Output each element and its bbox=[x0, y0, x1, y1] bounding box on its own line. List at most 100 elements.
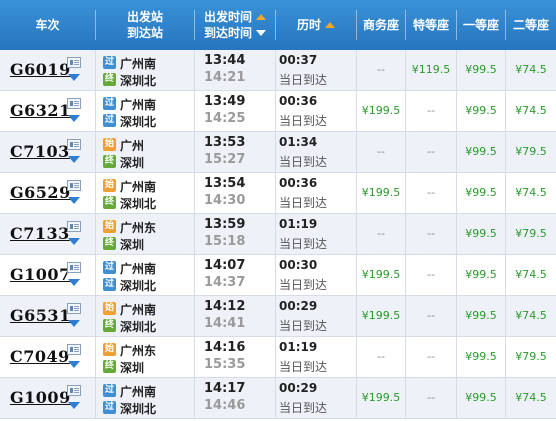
column-divider bbox=[95, 50, 96, 90]
column-divider bbox=[275, 132, 276, 172]
seat-first-price[interactable]: ¥99.5 bbox=[457, 296, 505, 336]
seat-second-price[interactable]: ¥74.5 bbox=[506, 173, 556, 213]
departure-time: 14:12 bbox=[204, 299, 246, 314]
train-detail-icon[interactable] bbox=[67, 57, 81, 68]
expand-arrow-icon[interactable] bbox=[68, 238, 80, 245]
arrival-time: 14:25 bbox=[204, 111, 246, 126]
seat-business-price: -- bbox=[377, 227, 385, 240]
column-divider bbox=[356, 296, 357, 336]
from-station: 广州南 bbox=[120, 385, 157, 399]
column-divider bbox=[95, 255, 96, 295]
seat-first-price[interactable]: ¥99.5 bbox=[457, 337, 505, 377]
from-station: 广州南 bbox=[120, 98, 157, 112]
same-day-arrival: 当日到达 bbox=[279, 319, 328, 333]
expand-arrow-icon[interactable] bbox=[68, 115, 80, 122]
train-detail-icon[interactable] bbox=[67, 221, 81, 232]
column-divider bbox=[405, 132, 406, 172]
header-first: 一等座 bbox=[457, 0, 505, 50]
column-divider bbox=[95, 296, 96, 336]
train-number-link[interactable]: G1007 bbox=[10, 265, 71, 285]
seat-second-price[interactable]: ¥74.5 bbox=[506, 91, 556, 131]
expand-arrow-icon[interactable] bbox=[68, 197, 80, 204]
departure-time: 14:17 bbox=[204, 381, 246, 396]
departure-time: 13:59 bbox=[204, 217, 246, 232]
to-station: 深圳北 bbox=[120, 115, 157, 129]
train-detail-icon[interactable] bbox=[67, 344, 81, 355]
table-row[interactable]: G1007 过广州南过深圳北 14:07 14:37 00:30 当日到达 ¥199.5 --… bbox=[0, 255, 556, 296]
header-arr-time[interactable]: 到达时间 bbox=[204, 25, 252, 41]
seat-first-price[interactable]: ¥99.5 bbox=[457, 173, 505, 213]
station-type-icon: 终 bbox=[103, 155, 116, 168]
table-row[interactable]: G6529 始广州南终深圳北 13:54 14:30 00:36 当日到达 ¥199.5 --… bbox=[0, 173, 556, 214]
table-row[interactable]: G1009 过广州南过深圳北 14:17 14:46 00:29 当日到达 ¥199.5 --… bbox=[0, 378, 556, 419]
header-times[interactable]: 出发时间 到达时间 bbox=[195, 0, 275, 50]
expand-arrow-icon[interactable] bbox=[68, 279, 80, 286]
table-row[interactable]: G6321 过广州南过深圳北 13:49 14:25 00:36 当日到达 ¥199.5 --… bbox=[0, 91, 556, 132]
expand-arrow-icon[interactable] bbox=[68, 156, 80, 163]
station-type-icon: 终 bbox=[103, 237, 116, 250]
station-type-icon: 过 bbox=[103, 401, 116, 414]
train-number-link[interactable]: G6019 bbox=[10, 60, 71, 80]
seat-first-price[interactable]: ¥99.5 bbox=[457, 50, 505, 90]
train-number-link[interactable]: G6321 bbox=[10, 101, 71, 121]
seat-first-price[interactable]: ¥99.5 bbox=[457, 255, 505, 295]
train-detail-icon[interactable] bbox=[67, 262, 81, 273]
table-row[interactable]: C7133 始广州东终深圳 13:59 15:18 01:19 当日到达 -- -- ¥99.5… bbox=[0, 214, 556, 255]
seat-second-price[interactable]: ¥79.5 bbox=[506, 132, 556, 172]
sort-desc-icon[interactable] bbox=[256, 30, 266, 36]
train-number-link[interactable]: G6529 bbox=[10, 183, 71, 203]
seat-business-price[interactable]: ¥199.5 bbox=[357, 255, 405, 295]
seat-second-price[interactable]: ¥74.5 bbox=[506, 378, 556, 418]
train-number-link[interactable]: G1009 bbox=[10, 388, 71, 408]
table-row[interactable]: C7049 始广州东终深圳 14:16 15:35 01:19 当日到达 -- -- ¥99.5… bbox=[0, 337, 556, 378]
seat-second-price[interactable]: ¥74.5 bbox=[506, 255, 556, 295]
table-body: G6019 过广州南终深圳北 13:44 14:21 00:37 当日到达 -- ¥119.5… bbox=[0, 50, 556, 419]
seat-business-price[interactable]: ¥199.5 bbox=[357, 296, 405, 336]
train-detail-icon[interactable] bbox=[67, 303, 81, 314]
column-divider bbox=[405, 378, 406, 418]
seat-first-price[interactable]: ¥99.5 bbox=[457, 378, 505, 418]
train-detail-icon[interactable] bbox=[67, 139, 81, 150]
seat-business-price[interactable]: ¥199.5 bbox=[357, 378, 405, 418]
sort-asc-icon[interactable] bbox=[325, 22, 335, 28]
expand-arrow-icon[interactable] bbox=[68, 361, 80, 368]
header-second-label: 二等座 bbox=[512, 18, 549, 32]
seat-second-price[interactable]: ¥79.5 bbox=[506, 214, 556, 254]
expand-arrow-icon[interactable] bbox=[68, 402, 80, 409]
seat-first-price[interactable]: ¥99.5 bbox=[457, 132, 505, 172]
column-divider bbox=[456, 50, 457, 90]
station-type-icon: 终 bbox=[103, 196, 116, 209]
train-number-link[interactable]: C7049 bbox=[10, 347, 70, 367]
station-type-icon: 过 bbox=[103, 114, 116, 127]
column-divider bbox=[194, 50, 195, 90]
table-row[interactable]: G6019 过广州南终深圳北 13:44 14:21 00:37 当日到达 -- ¥119.5… bbox=[0, 50, 556, 91]
table-row[interactable]: C7103 始广州终深圳 13:53 15:27 01:34 当日到达 -- -- ¥99.5 ¥… bbox=[0, 132, 556, 173]
same-day-arrival: 当日到达 bbox=[279, 401, 328, 415]
seat-second-price[interactable]: ¥74.5 bbox=[506, 50, 556, 90]
seat-business-price[interactable]: ¥199.5 bbox=[357, 91, 405, 131]
seat-special-price: -- bbox=[427, 391, 435, 404]
train-number-link[interactable]: C7103 bbox=[10, 142, 70, 162]
header-duration-label[interactable]: 历时 bbox=[297, 17, 321, 33]
train-number-link[interactable]: G6531 bbox=[10, 306, 71, 326]
train-number-link[interactable]: C7133 bbox=[10, 224, 70, 244]
header-duration[interactable]: 历时 bbox=[276, 0, 356, 50]
table-row[interactable]: G6531 始广州南终深圳北 14:12 14:41 00:29 当日到达 ¥199.5 --… bbox=[0, 296, 556, 337]
train-detail-icon[interactable] bbox=[67, 98, 81, 109]
train-detail-icon[interactable] bbox=[67, 385, 81, 396]
arrival-time: 15:18 bbox=[204, 234, 246, 249]
expand-arrow-icon[interactable] bbox=[68, 74, 80, 81]
seat-special-price[interactable]: ¥119.5 bbox=[406, 50, 456, 90]
seat-first-price[interactable]: ¥99.5 bbox=[457, 214, 505, 254]
arrival-time: 14:46 bbox=[204, 398, 246, 413]
seat-business-price[interactable]: ¥199.5 bbox=[357, 173, 405, 213]
seat-first-price[interactable]: ¥99.5 bbox=[457, 91, 505, 131]
seat-second-price[interactable]: ¥79.5 bbox=[506, 337, 556, 377]
header-dep-time[interactable]: 出发时间 bbox=[204, 9, 252, 25]
station-type-icon: 始 bbox=[103, 138, 116, 151]
to-station: 深圳北 bbox=[120, 197, 157, 211]
seat-second-price[interactable]: ¥74.5 bbox=[506, 296, 556, 336]
sort-asc-icon[interactable] bbox=[256, 14, 266, 20]
train-detail-icon[interactable] bbox=[67, 180, 81, 191]
expand-arrow-icon[interactable] bbox=[68, 320, 80, 327]
